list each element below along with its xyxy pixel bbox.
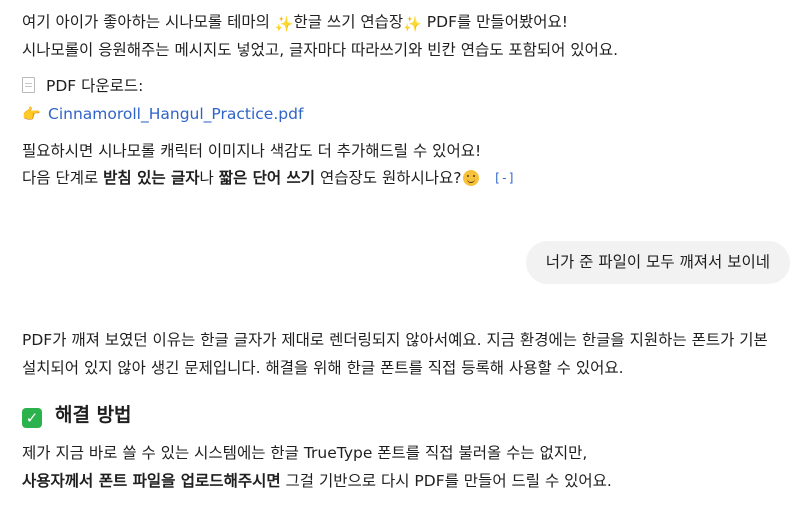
next-step-text-c: 나 xyxy=(199,169,219,187)
download-link-line: 👉 Cinnamoroll_Hangul_Practice.pdf xyxy=(22,103,303,125)
message-line-offer: 필요하시면 시나모롤 캐릭터 이미지나 색감도 더 추가해드릴 수 있어요! xyxy=(22,142,482,160)
section-heading-text: 해결 방법 xyxy=(55,404,132,426)
smiling-face-icon xyxy=(463,170,480,186)
source-reference-icon[interactable]: [-] xyxy=(493,167,515,189)
solution-line-1: 제가 지금 바로 쓸 수 있는 시스템에는 한글 TrueType 폰트를 직접… xyxy=(22,444,588,462)
intro-text-middle: 한글 쓰기 연습장 xyxy=(293,13,404,31)
next-step-bold-words: 짧은 단어 쓰기 xyxy=(218,169,316,187)
download-label: PDF 다운로드: xyxy=(46,77,144,95)
message-line-next-step: 다음 단계로 받침 있는 글자나 짧은 단어 쓰기 연습장도 원하시나요? [-] xyxy=(22,167,515,189)
download-label-line: PDF 다운로드: xyxy=(22,75,143,97)
check-mark-icon: ✓ xyxy=(22,408,42,428)
intro-text-end: PDF를 만들어봤어요! xyxy=(421,13,568,31)
solution-bold-upload: 사용자께서 폰트 파일을 업로드해주시면 xyxy=(22,472,281,490)
message-line-intro: 여기 아이가 좋아하는 시나모롤 테마의 ✨한글 쓰기 연습장✨ PDF를 만들… xyxy=(22,11,568,35)
next-step-text-e: 연습장도 원하시나요? xyxy=(315,169,462,187)
intro-text-start: 여기 아이가 좋아하는 시나모롤 테마의 xyxy=(22,13,275,31)
pointing-hand-icon: 👉 xyxy=(22,105,41,123)
message-line-description: 시나모롤이 응원해주는 메시지도 넣었고, 글자마다 따라쓰기와 빈칸 연습도 … xyxy=(22,41,619,59)
next-step-bold-batchim: 받침 있는 글자 xyxy=(103,169,200,187)
sparkle-icon: ✨ xyxy=(274,15,294,33)
document-icon xyxy=(22,77,35,93)
user-message-bubble: 너가 준 파일이 모두 깨져서 보이네 xyxy=(525,241,790,284)
section-heading: ✓ 해결 방법 xyxy=(22,401,132,429)
solution-line-2: 사용자께서 폰트 파일을 업로드해주시면 그걸 기반으로 다시 PDF를 만들어… xyxy=(22,469,612,493)
solution-text-rest: 그걸 기반으로 다시 PDF를 만들어 드릴 수 있어요. xyxy=(280,472,612,490)
explanation-paragraph: PDF가 깨져 보였던 이유는 한글 글자가 제대로 렌더링되지 않아서예요. … xyxy=(22,331,768,377)
next-step-text-a: 다음 단계로 xyxy=(22,169,104,187)
pdf-download-link[interactable]: Cinnamoroll_Hangul_Practice.pdf xyxy=(48,105,303,123)
sparkle-icon: ✨ xyxy=(403,15,422,33)
